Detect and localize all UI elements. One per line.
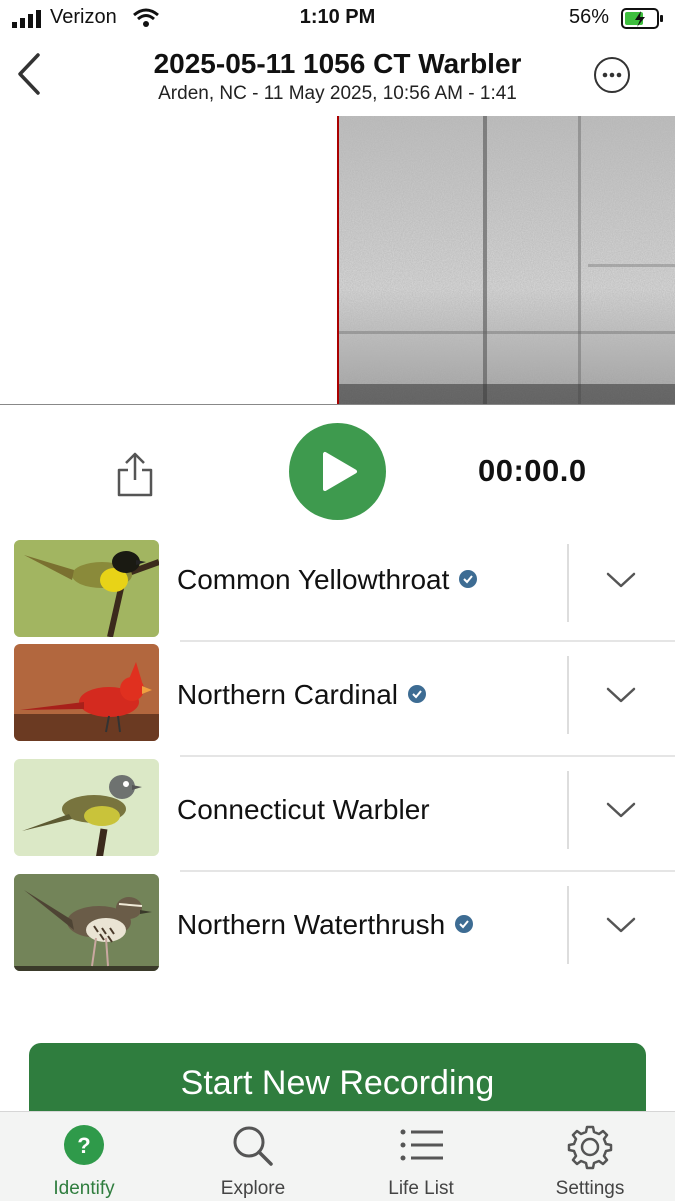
list-item-species-3[interactable]: Connecticut Warbler	[0, 756, 675, 871]
species-photo-waterthrush	[14, 874, 159, 971]
question-circle-icon: ?	[64, 1125, 104, 1165]
tab-label: Settings	[555, 1178, 625, 1199]
species-name-row: Northern Cardinal	[177, 679, 426, 711]
verified-badge-icon	[408, 684, 426, 703]
chevron-down-icon[interactable]	[606, 800, 636, 820]
share-icon[interactable]	[115, 452, 155, 498]
list-item-species-1[interactable]: Common Yellowthroat	[0, 526, 675, 641]
gear-icon	[567, 1125, 613, 1170]
species-photo-yellowthroat	[14, 540, 159, 637]
chevron-down-icon[interactable]	[606, 685, 636, 705]
list-icon	[400, 1129, 443, 1161]
species-photo-connecticut-warbler	[14, 759, 159, 856]
recording-subtitle: Arden, NC - 11 May 2025, 10:56 AM - 1:41	[158, 83, 517, 104]
tab-explore[interactable]: Explore	[169, 1112, 337, 1201]
tab-label: Life List	[388, 1178, 454, 1199]
spectrogram-image	[338, 116, 675, 404]
species-name: Common Yellowthroat	[177, 564, 450, 595]
battery-percent: 56%	[568, 6, 609, 28]
species-name: Northern Cardinal	[177, 679, 398, 710]
row-divider	[567, 886, 569, 964]
species-name-row: Northern Waterthrush	[177, 909, 474, 941]
species-name-row: Connecticut Warbler	[177, 794, 430, 826]
list-item-species-4[interactable]: Northern Waterthrush	[0, 871, 675, 986]
playback-timer: 00:00.0	[478, 453, 587, 488]
verified-badge-icon	[459, 569, 478, 588]
list-item-species-2[interactable]: Northern Cardinal	[0, 641, 675, 756]
species-photo-cardinal	[14, 644, 159, 741]
more-options-button[interactable]	[594, 57, 630, 93]
tab-label: Explore	[220, 1178, 286, 1199]
spectrogram-area[interactable]	[0, 116, 675, 405]
play-icon	[323, 452, 357, 491]
tab-life-list[interactable]: Life List	[337, 1112, 505, 1201]
battery-icon	[621, 8, 663, 29]
row-divider	[567, 771, 569, 849]
row-divider	[567, 544, 569, 622]
species-name: Northern Waterthrush	[177, 909, 446, 940]
chevron-down-icon[interactable]	[606, 915, 636, 935]
species-name: Connecticut Warbler	[177, 794, 430, 825]
chevron-down-icon[interactable]	[606, 570, 636, 590]
tab-bar: ? Identify Explore Life List Settings	[0, 1111, 675, 1201]
tab-settings[interactable]: Settings	[506, 1112, 674, 1201]
ellipsis-icon	[602, 72, 622, 78]
verified-badge-icon	[455, 914, 474, 933]
recording-title: 2025-05-11 1056 CT Warbler	[153, 48, 522, 79]
row-divider	[567, 656, 569, 734]
status-bar: Verizon 1:10 PM 56%	[0, 0, 675, 38]
species-name-row: Common Yellowthroat	[177, 564, 478, 596]
search-icon	[233, 1126, 273, 1166]
svg-text:?: ?	[77, 1133, 90, 1158]
playhead[interactable]	[337, 116, 339, 404]
tab-identify[interactable]: ? Identify	[0, 1112, 168, 1201]
tab-label: Identify	[53, 1178, 115, 1199]
play-button[interactable]	[289, 423, 386, 520]
